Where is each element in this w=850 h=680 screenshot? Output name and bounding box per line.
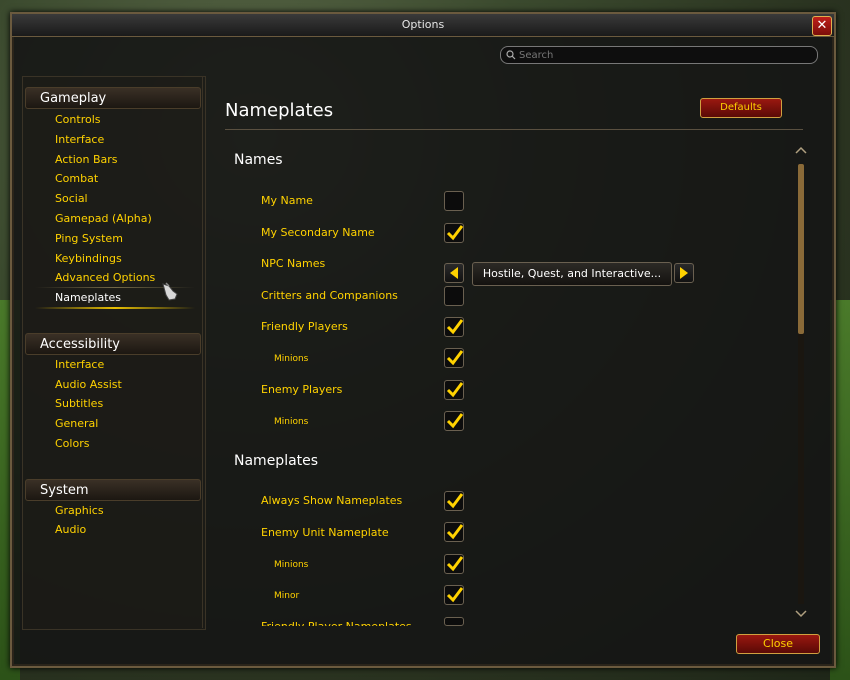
enemy-unit-checkbox[interactable]: [444, 522, 464, 542]
option-my-name-label: My Name: [261, 194, 313, 207]
search-input[interactable]: [519, 47, 809, 63]
sidebar-item-colors[interactable]: Colors: [55, 437, 89, 451]
option-enemy-players-label: Enemy Players: [261, 383, 343, 396]
category-accessibility[interactable]: Accessibility: [25, 333, 201, 355]
friendly-players-checkbox[interactable]: [444, 317, 464, 337]
sidebar-item-social[interactable]: Social: [55, 192, 88, 206]
checkmark-icon: [446, 413, 464, 429]
option-enemy-unit-label: Enemy Unit Nameplate: [261, 526, 389, 539]
section-nameplates-heading: Nameplates: [234, 453, 319, 469]
category-sidebar: Gameplay Controls Interface Action Bars …: [22, 76, 206, 630]
sidebar-item-gamepad[interactable]: Gamepad (Alpha): [55, 212, 152, 226]
checkmark-icon: [446, 319, 464, 335]
gauntlet-cursor-icon: [162, 282, 178, 301]
my-name-checkbox[interactable]: [444, 191, 464, 211]
option-critters-label: Critters and Companions: [261, 289, 398, 302]
npc-names-next-button[interactable]: [674, 263, 694, 283]
minor-checkbox[interactable]: [444, 585, 464, 605]
category-gameplay[interactable]: Gameplay: [25, 87, 201, 109]
option-enemy-minions-label: Minions: [274, 417, 309, 427]
checkmark-icon: [446, 493, 464, 509]
sidebar-item-audio-assist[interactable]: Audio Assist: [55, 378, 122, 392]
option-friendly-minions-label: Minions: [274, 354, 309, 364]
enemy-players-checkbox[interactable]: [444, 380, 464, 400]
settings-panel: Nameplates Defaults Names My Name My Sec…: [202, 76, 815, 628]
defaults-button[interactable]: Defaults: [700, 98, 782, 118]
search-icon: [506, 50, 516, 60]
friendly-player-np-checkbox[interactable]: [444, 617, 464, 626]
option-npc-names-label: NPC Names: [261, 257, 326, 270]
arrow-left-icon: [450, 267, 458, 279]
sidebar-item-nameplates[interactable]: Nameplates: [55, 291, 121, 305]
option-my-secondary-name-label: My Secondary Name: [261, 226, 375, 239]
option-friendly-players-label: Friendly Players: [261, 320, 348, 333]
sidebar-item-combat[interactable]: Combat: [55, 172, 98, 186]
checkmark-icon: [446, 587, 464, 603]
checkmark-icon: [446, 524, 464, 540]
scroll-up-icon[interactable]: [795, 146, 807, 154]
category-system[interactable]: System: [25, 479, 201, 501]
always-show-checkbox[interactable]: [444, 491, 464, 511]
my-secondary-name-checkbox[interactable]: [444, 223, 464, 243]
checkmark-icon: [446, 382, 464, 398]
sidebar-item-audio[interactable]: Audio: [55, 523, 86, 537]
window-title: Options: [12, 14, 834, 37]
selected-highlight: [35, 307, 195, 309]
sidebar-item-acc-interface[interactable]: Interface: [55, 358, 104, 372]
np-minions-checkbox[interactable]: [444, 554, 464, 574]
option-np-minions-label: Minions: [274, 560, 309, 570]
sidebar-item-action-bars[interactable]: Action Bars: [55, 153, 118, 167]
checkmark-icon: [446, 556, 464, 572]
sidebar-item-controls[interactable]: Controls: [55, 113, 101, 127]
option-minor-label: Minor: [274, 591, 300, 601]
scrollbar-thumb[interactable]: [798, 164, 804, 334]
sidebar-item-general[interactable]: General: [55, 417, 98, 431]
npc-names-dropdown[interactable]: Hostile, Quest, and Interactive...: [472, 262, 672, 286]
option-friendly-player-np-label: Friendly Player Nameplates: [261, 620, 412, 626]
sidebar-item-advanced-options[interactable]: Advanced Options: [55, 271, 155, 285]
scroll-down-icon[interactable]: [795, 610, 807, 618]
option-always-show-label: Always Show Nameplates: [261, 494, 403, 507]
close-button[interactable]: Close: [736, 634, 820, 654]
friendly-minions-checkbox[interactable]: [444, 348, 464, 368]
sidebar-item-interface[interactable]: Interface: [55, 133, 104, 147]
search-field[interactable]: [500, 46, 818, 64]
sidebar-item-graphics[interactable]: Graphics: [55, 504, 104, 518]
enemy-minions-checkbox[interactable]: [444, 411, 464, 431]
npc-names-prev-button[interactable]: [444, 263, 464, 283]
arrow-right-icon: [680, 267, 688, 279]
checkmark-icon: [446, 225, 464, 241]
options-window: Options ✕ Gameplay Controls Interface Ac…: [10, 12, 836, 668]
sidebar-item-keybindings[interactable]: Keybindings: [55, 252, 122, 266]
page-title: Nameplates: [225, 100, 334, 121]
title-divider: [225, 129, 803, 130]
sidebar-item-ping-system[interactable]: Ping System: [55, 232, 123, 246]
close-icon: ✕: [816, 18, 828, 33]
checkmark-icon: [446, 350, 464, 366]
sidebar-item-subtitles[interactable]: Subtitles: [55, 397, 103, 411]
critters-checkbox[interactable]: [444, 286, 464, 306]
close-window-button[interactable]: ✕: [812, 16, 832, 36]
section-names-heading: Names: [234, 152, 283, 168]
